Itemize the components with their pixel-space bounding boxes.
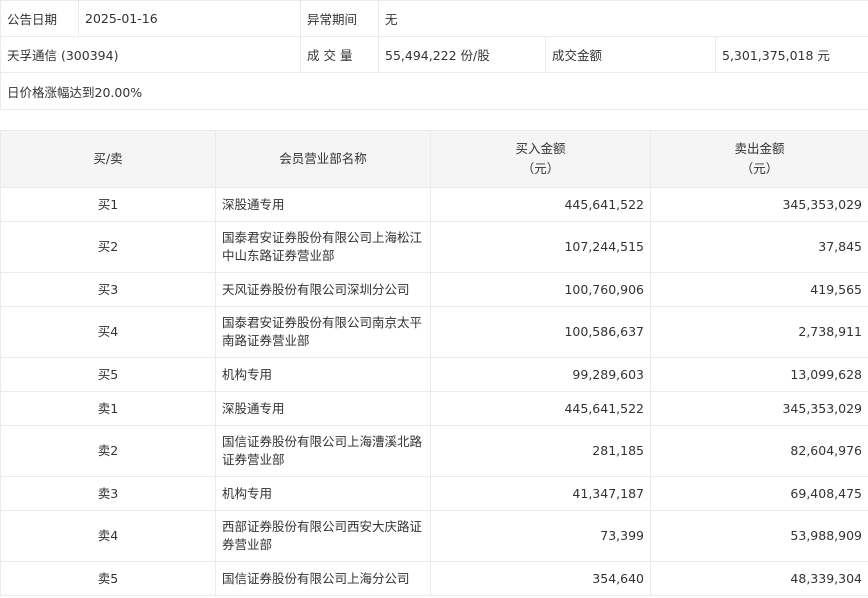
sell-amount-cell: 345,353,029 [650, 391, 868, 426]
table-row: 卖5 国信证券股份有限公司上海分公司 354,640 48,339,304 [0, 561, 868, 596]
name-cell: 深股通专用 [215, 391, 431, 426]
side-cell: 买3 [0, 272, 216, 307]
table-row: 卖4 西部证券股份有限公司西安大庆路证券营业部 73,399 53,988,909 [0, 510, 868, 562]
header-name: 会员营业部名称 [215, 130, 431, 188]
table-row: 买1 深股通专用 445,641,522 345,353,029 [0, 187, 868, 222]
buy-amount-cell: 445,641,522 [430, 391, 651, 426]
name-cell: 国泰君安证券股份有限公司上海松江中山东路证券营业部 [215, 221, 431, 273]
table-row: 买4 国泰君安证券股份有限公司南京太平南路证券营业部 100,586,637 2,73… [0, 306, 868, 358]
name-cell: 深股通专用 [215, 187, 431, 222]
sell-amount-cell: 345,353,029 [650, 187, 868, 222]
side-cell: 买1 [0, 187, 216, 222]
date-value: 2025-01-16 [78, 0, 301, 37]
volume-value: 55,494,222 份/股 [378, 36, 546, 73]
buy-amount-cell: 281,185 [430, 425, 651, 477]
date-label: 公告日期 [0, 0, 79, 37]
side-cell: 卖4 [0, 510, 216, 562]
reason: 日价格涨幅达到20.00% [0, 72, 868, 110]
name-cell: 天风证券股份有限公司深圳分公司 [215, 272, 431, 307]
name-cell: 国信证券股份有限公司上海分公司 [215, 561, 431, 596]
buy-amount-cell: 99,289,603 [430, 357, 651, 392]
buy-amount-cell: 445,641,522 [430, 187, 651, 222]
buy-amount-cell: 107,244,515 [430, 221, 651, 273]
buy-amount-cell: 100,760,906 [430, 272, 651, 307]
name-cell: 国泰君安证券股份有限公司南京太平南路证券营业部 [215, 306, 431, 358]
side-cell: 买4 [0, 306, 216, 358]
side-cell: 买5 [0, 357, 216, 392]
table-row: 卖1 深股通专用 445,641,522 345,353,029 [0, 391, 868, 426]
name-cell: 国信证券股份有限公司上海漕溪北路证券营业部 [215, 425, 431, 477]
table-row: 买3 天风证券股份有限公司深圳分公司 100,760,906 419,565 [0, 272, 868, 307]
period-label: 异常期间 [300, 0, 379, 37]
sell-amount-cell: 82,604,976 [650, 425, 868, 477]
header-buy: 买入金额 （元） [430, 130, 651, 188]
sell-amount-cell: 37,845 [650, 221, 868, 273]
buy-amount-cell: 354,640 [430, 561, 651, 596]
sell-amount-cell: 13,099,628 [650, 357, 868, 392]
side-cell: 卖5 [0, 561, 216, 596]
sell-amount-cell: 419,565 [650, 272, 868, 307]
buy-amount-cell: 73,399 [430, 510, 651, 562]
table-row: 买5 机构专用 99,289,603 13,099,628 [0, 357, 868, 392]
side-cell: 卖2 [0, 425, 216, 477]
sell-amount-cell: 69,408,475 [650, 476, 868, 511]
sell-amount-cell: 48,339,304 [650, 561, 868, 596]
side-cell: 卖3 [0, 476, 216, 511]
summary-table: 公告日期 2025-01-16 异常期间 无 天孚通信 (300394) 成 交… [0, 0, 868, 110]
header-sell: 卖出金额 （元） [650, 130, 868, 188]
amount-value: 5,301,375,018 元 [714, 36, 868, 73]
side-cell: 卖1 [0, 391, 216, 426]
trading-table: 买/卖 会员营业部名称 买入金额 （元） 卖出金额 （元） 买1 深股通专用 445,6… [0, 130, 868, 596]
name-cell: 机构专用 [215, 476, 431, 511]
amount-label: 成交金额 [545, 36, 716, 73]
table-row: 卖3 机构专用 41,347,187 69,408,475 [0, 476, 868, 511]
stock-name: 天孚通信 (300394) [0, 36, 301, 73]
sell-amount-cell: 2,738,911 [650, 306, 868, 358]
name-cell: 机构专用 [215, 357, 431, 392]
buy-amount-cell: 41,347,187 [430, 476, 651, 511]
volume-label: 成 交 量 [300, 36, 379, 73]
name-cell: 西部证券股份有限公司西安大庆路证券营业部 [215, 510, 431, 562]
table-row: 买2 国泰君安证券股份有限公司上海松江中山东路证券营业部 107,244,515 37… [0, 221, 868, 273]
buy-amount-cell: 100,586,637 [430, 306, 651, 358]
side-cell: 买2 [0, 221, 216, 273]
table-row: 卖2 国信证券股份有限公司上海漕溪北路证券营业部 281,185 82,604,976 [0, 425, 868, 477]
period-value: 无 [377, 0, 868, 37]
header-side: 买/卖 [0, 130, 216, 188]
sell-amount-cell: 53,988,909 [650, 510, 868, 562]
